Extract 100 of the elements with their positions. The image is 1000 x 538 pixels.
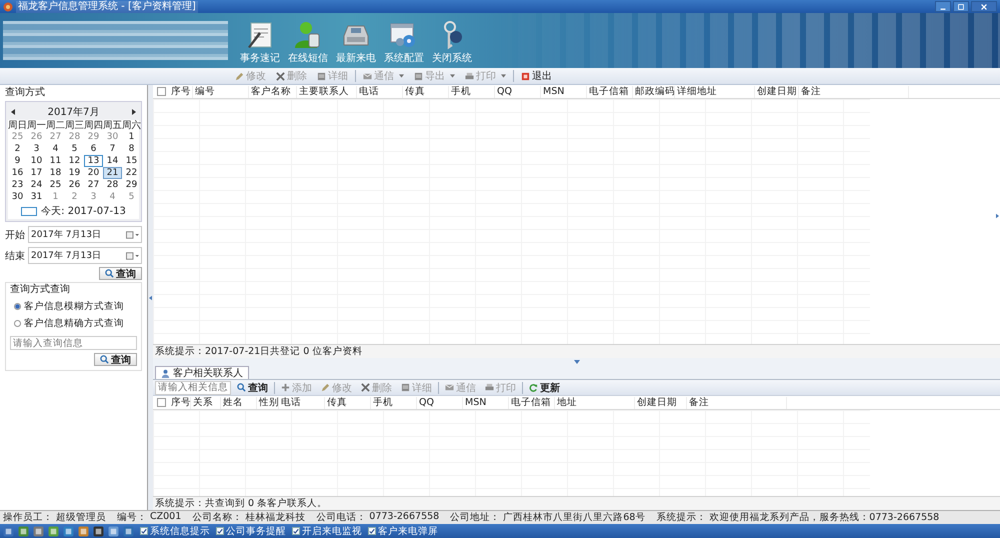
calendar-day[interactable]: 4 bbox=[46, 143, 65, 155]
column-header[interactable]: 传真 bbox=[403, 86, 449, 98]
column-header[interactable]: 电子信箱 bbox=[509, 396, 555, 408]
toolbar-button[interactable]: 退出 bbox=[518, 70, 555, 82]
calendar-day[interactable]: 14 bbox=[103, 155, 122, 167]
app-icon[interactable] bbox=[93, 526, 104, 536]
column-header[interactable]: 电话 bbox=[279, 396, 325, 408]
app-icon[interactable] bbox=[123, 526, 134, 536]
calendar-day[interactable]: 24 bbox=[27, 179, 46, 191]
column-header[interactable]: 备注 bbox=[799, 86, 909, 98]
calendar-day[interactable]: 9 bbox=[8, 155, 27, 167]
checkbox-option[interactable]: 开启来电监视 bbox=[292, 524, 362, 538]
calendar-day[interactable]: 7 bbox=[103, 143, 122, 155]
calendar-day[interactable]: 28 bbox=[103, 179, 122, 191]
calendar-day[interactable]: 11 bbox=[46, 155, 65, 167]
calendar-day[interactable]: 30 bbox=[8, 191, 27, 203]
app-icon[interactable] bbox=[48, 526, 59, 536]
calendar-day[interactable]: 25 bbox=[46, 179, 65, 191]
expand-right-icon[interactable] bbox=[996, 213, 999, 219]
column-header[interactable]: MSN bbox=[463, 396, 509, 408]
search-field[interactable]: 请输入查询信息 bbox=[10, 336, 137, 350]
column-header[interactable]: 传真 bbox=[325, 396, 371, 408]
calendar-day[interactable]: 3 bbox=[27, 143, 46, 155]
app-icon[interactable] bbox=[78, 526, 89, 536]
calendar-day[interactable]: 10 bbox=[27, 155, 46, 167]
column-header[interactable]: 创建日期 bbox=[635, 396, 687, 408]
column-header[interactable]: 关系 bbox=[191, 396, 221, 408]
calendar-day[interactable]: 2 bbox=[8, 143, 27, 155]
search-field[interactable]: 请输入相关信息 bbox=[155, 380, 231, 394]
toolbar-button[interactable]: 更新 bbox=[526, 381, 563, 394]
calendar-day[interactable]: 13 bbox=[84, 155, 103, 167]
checkbox-option[interactable]: 公司事务提醒 bbox=[216, 524, 286, 538]
column-header[interactable]: 编号 bbox=[193, 86, 249, 98]
query-button[interactable]: 查询 bbox=[94, 353, 137, 366]
app-icon[interactable] bbox=[3, 526, 14, 536]
select-all-checkbox[interactable] bbox=[156, 87, 166, 96]
column-header[interactable]: 序号 bbox=[169, 86, 193, 98]
calendar-dropdown-icon[interactable] bbox=[126, 252, 139, 260]
checkbox-option[interactable]: 系统信息提示 bbox=[140, 524, 210, 538]
calendar-day[interactable]: 15 bbox=[122, 155, 141, 167]
header-button[interactable]: 事务速记 bbox=[240, 20, 280, 65]
checkbox-option[interactable]: 客户来电弹屏 bbox=[368, 524, 438, 538]
app-icon[interactable] bbox=[108, 526, 119, 536]
calendar-day[interactable]: 5 bbox=[65, 143, 84, 155]
calendar-day[interactable]: 6 bbox=[84, 143, 103, 155]
calendar-day[interactable]: 27 bbox=[84, 179, 103, 191]
calendar-day[interactable]: 12 bbox=[65, 155, 84, 167]
close-button[interactable] bbox=[971, 1, 997, 12]
radio-option[interactable]: 客户信息模糊方式查询 bbox=[14, 300, 137, 313]
column-header[interactable]: 详细地址 bbox=[675, 86, 755, 98]
calendar-day[interactable]: 8 bbox=[122, 143, 141, 155]
app-icon[interactable] bbox=[18, 526, 29, 536]
calendar-day[interactable]: 29 bbox=[122, 179, 141, 191]
calendar-day[interactable]: 4 bbox=[103, 191, 122, 203]
calendar-day[interactable]: 16 bbox=[8, 167, 27, 179]
calendar-day[interactable]: 21 bbox=[103, 167, 122, 179]
column-header[interactable]: 手机 bbox=[371, 396, 417, 408]
weekday-label: 周六 bbox=[122, 120, 141, 131]
maximize-button[interactable] bbox=[953, 1, 969, 12]
column-header[interactable]: 邮政编码 bbox=[633, 86, 675, 98]
column-header[interactable]: 备注 bbox=[687, 396, 787, 408]
column-header[interactable]: 主要联系人 bbox=[297, 86, 357, 98]
header-button[interactable]: 关闭系统 bbox=[432, 20, 472, 65]
toolbar-button[interactable]: 查询 bbox=[234, 381, 271, 394]
date-picker[interactable]: 2017年 7月13日 bbox=[28, 226, 142, 243]
column-header[interactable]: 客户名称 bbox=[249, 86, 297, 98]
column-header[interactable]: MSN bbox=[541, 86, 587, 98]
calendar-day[interactable]: 23 bbox=[8, 179, 27, 191]
column-header[interactable]: QQ bbox=[417, 396, 463, 408]
calendar-day[interactable]: 18 bbox=[46, 167, 65, 179]
query-button[interactable]: 查询 bbox=[99, 267, 142, 280]
calendar-day[interactable]: 3 bbox=[84, 191, 103, 203]
calendar-day[interactable]: 26 bbox=[65, 179, 84, 191]
radio-option[interactable]: 客户信息精确方式查询 bbox=[14, 317, 137, 330]
calendar-day[interactable]: 19 bbox=[65, 167, 84, 179]
column-header[interactable]: 电子信箱 bbox=[587, 86, 633, 98]
column-header[interactable]: 姓名 bbox=[221, 396, 257, 408]
select-all-checkbox[interactable] bbox=[156, 398, 166, 407]
next-icon[interactable] bbox=[132, 109, 136, 115]
calendar-dropdown-icon[interactable] bbox=[126, 230, 139, 238]
date-picker[interactable]: 2017年 7月13日 bbox=[28, 247, 142, 264]
exit-icon bbox=[521, 72, 530, 80]
app-icon[interactable] bbox=[63, 526, 74, 536]
minimize-button[interactable] bbox=[935, 1, 951, 12]
calendar-day[interactable]: 22 bbox=[122, 167, 141, 179]
calendar-day[interactable]: 17 bbox=[27, 167, 46, 179]
column-header[interactable]: 序号 bbox=[169, 396, 191, 408]
column-header[interactable]: 创建日期 bbox=[755, 86, 799, 98]
column-header[interactable]: 性别 bbox=[257, 396, 279, 408]
calendar-day[interactable]: 1 bbox=[122, 131, 141, 143]
column-header[interactable]: QQ bbox=[495, 86, 541, 98]
app-icon[interactable] bbox=[33, 526, 44, 536]
calendar-day[interactable]: 20 bbox=[84, 167, 103, 179]
tab[interactable]: 客户相关联系人 bbox=[155, 366, 249, 379]
column-header[interactable]: 地址 bbox=[555, 396, 635, 408]
calendar-day[interactable]: 31 bbox=[27, 191, 46, 203]
collapse-down-icon[interactable] bbox=[574, 360, 580, 364]
column-header[interactable]: 手机 bbox=[449, 86, 495, 98]
previous-icon[interactable] bbox=[11, 109, 15, 115]
column-header[interactable]: 电话 bbox=[357, 86, 403, 98]
